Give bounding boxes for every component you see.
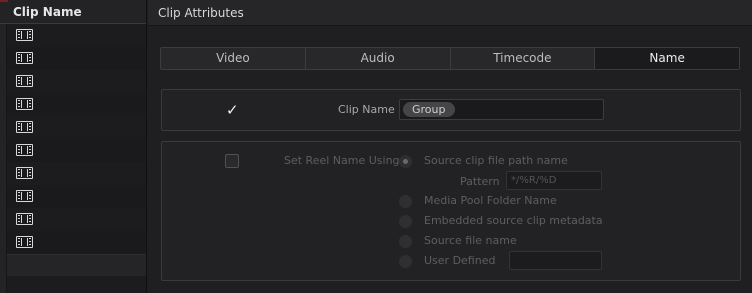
- clip-row[interactable]: [7, 162, 146, 185]
- clip-row[interactable]: [7, 139, 146, 162]
- clip-row[interactable]: [7, 70, 146, 93]
- radio-source-clip-path[interactable]: [399, 155, 412, 168]
- clip-name-token[interactable]: Group: [403, 102, 455, 117]
- tab-timecode[interactable]: Timecode: [451, 48, 596, 69]
- option-embedded-metadata-label: Embedded source clip metadata: [424, 214, 603, 227]
- film-clip-icon: [16, 236, 33, 248]
- clip-attributes-header: Clip Attributes: [148, 0, 752, 26]
- film-clip-icon: [16, 190, 33, 202]
- clip-name-field[interactable]: Group: [399, 99, 604, 120]
- clip-rows: [7, 24, 146, 254]
- clip-list-title: Clip Name: [13, 5, 82, 19]
- option-source-clip-path-label: Source clip file path name: [424, 154, 568, 167]
- film-clip-icon: [16, 75, 33, 87]
- clip-list-panel: Clip Name: [0, 0, 147, 293]
- clip-name-label: Clip Name: [338, 103, 395, 116]
- clip-row[interactable]: [7, 116, 146, 139]
- option-media-pool-folder-label: Media Pool Folder Name: [424, 194, 557, 207]
- clip-row[interactable]: [7, 47, 146, 70]
- film-clip-icon: [16, 144, 33, 156]
- option-user-defined-label: User Defined: [424, 254, 496, 267]
- clip-attributes-panel: Clip Attributes Video Audio Timecode Nam…: [148, 0, 752, 293]
- film-clip-icon: [16, 98, 33, 110]
- left-edge-strip: [0, 24, 7, 293]
- film-clip-icon: [16, 213, 33, 225]
- clip-row[interactable]: [7, 231, 146, 254]
- clip-row[interactable]: [7, 185, 146, 208]
- film-clip-icon: [16, 52, 33, 64]
- radio-user-defined[interactable]: [399, 255, 412, 268]
- clip-row[interactable]: [7, 93, 146, 116]
- clip-list-header[interactable]: Clip Name: [0, 0, 146, 24]
- radio-embedded-metadata[interactable]: [399, 215, 412, 228]
- tab-video[interactable]: Video: [161, 48, 306, 69]
- film-clip-icon: [16, 29, 33, 41]
- pattern-input[interactable]: */%R/%D: [506, 171, 602, 190]
- radio-source-file-name[interactable]: [399, 235, 412, 248]
- checkmark-icon: ✓: [226, 101, 239, 119]
- tab-name[interactable]: Name: [595, 48, 739, 69]
- reel-name-checkbox[interactable]: [225, 154, 239, 168]
- radio-media-pool-folder[interactable]: [399, 195, 412, 208]
- film-clip-icon: [16, 121, 33, 133]
- pattern-label: Pattern: [460, 175, 500, 188]
- attribute-tabs: Video Audio Timecode Name: [160, 47, 740, 70]
- reel-name-label: Set Reel Name Using: [284, 154, 400, 167]
- clip-list-footer-row: [7, 254, 146, 276]
- user-defined-input[interactable]: [509, 251, 602, 270]
- tab-audio[interactable]: Audio: [306, 48, 451, 69]
- clip-row[interactable]: [7, 208, 146, 231]
- clip-name-checkbox[interactable]: ✓: [225, 101, 239, 119]
- clip-row[interactable]: [7, 24, 146, 47]
- header-accent-mark: [0, 0, 8, 2]
- panel-title: Clip Attributes: [158, 6, 244, 20]
- film-clip-icon: [16, 167, 33, 179]
- option-source-file-name-label: Source file name: [424, 234, 517, 247]
